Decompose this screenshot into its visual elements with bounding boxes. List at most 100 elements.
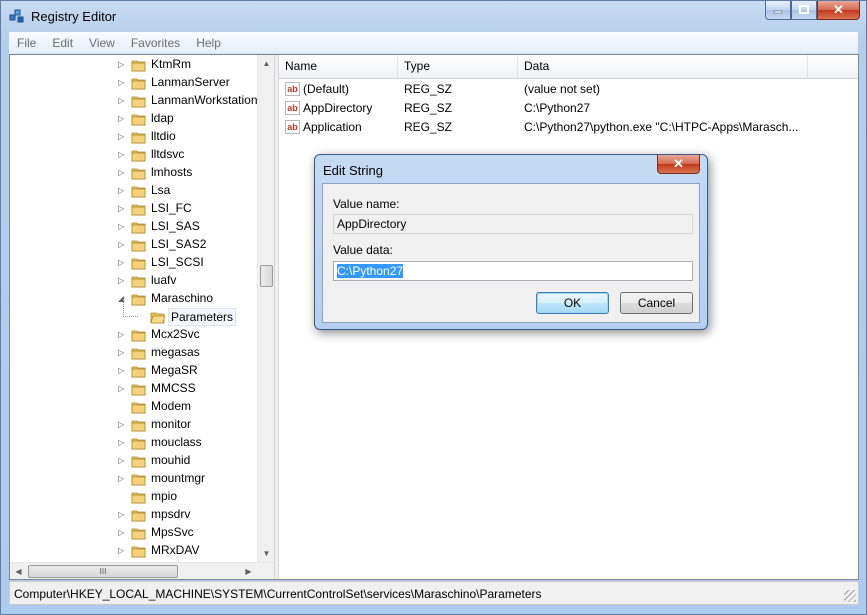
dialog-title: Edit String: [323, 163, 383, 178]
collapsed-arrow-icon[interactable]: ▷: [118, 259, 126, 267]
ab-string-icon: ab: [285, 120, 300, 134]
tree-item[interactable]: Parameters: [10, 299, 257, 326]
tree-item-label: mouhid: [151, 453, 191, 467]
collapsed-arrow-icon[interactable]: ▷: [118, 205, 126, 213]
collapsed-arrow-icon[interactable]: ▷: [118, 367, 126, 375]
list-row[interactable]: ab AppDirectory REG_SZ C:\Python27: [279, 99, 858, 118]
collapsed-arrow-icon[interactable]: ▷: [118, 385, 126, 393]
value-data-label: Value data:: [333, 243, 393, 257]
tree-hscroll-thumb[interactable]: III: [28, 565, 178, 578]
collapsed-arrow-icon[interactable]: ▷: [118, 97, 126, 105]
tree-connector-line: [123, 299, 138, 317]
tree-item-label: LanmanWorkstation: [151, 93, 257, 107]
tree-item[interactable]: ▷ mouclass: [10, 434, 257, 452]
folder-icon: [131, 168, 146, 180]
tree-item[interactable]: ▷ lltdio: [10, 128, 257, 146]
menu-edit[interactable]: Edit: [44, 36, 81, 50]
collapsed-arrow-icon[interactable]: ▷: [118, 169, 126, 177]
tree-item[interactable]: ▷ LSI_FC: [10, 200, 257, 218]
collapsed-arrow-icon[interactable]: ▷: [118, 241, 126, 249]
tree-item[interactable]: ▷ mouhid: [10, 452, 257, 470]
tree-item[interactable]: ▷ megasas: [10, 344, 257, 362]
scroll-up-arrow-icon[interactable]: ▲: [258, 55, 274, 72]
tree-item[interactable]: ▷ MegaSR: [10, 362, 257, 380]
close-button[interactable]: ✕: [817, 1, 860, 20]
tree-item-label: MMCSS: [151, 381, 196, 395]
tree-item-label: luafv: [151, 273, 177, 287]
tree-item[interactable]: ▷ LSI_SAS2: [10, 236, 257, 254]
collapsed-arrow-icon[interactable]: ▷: [118, 277, 126, 285]
tree-item[interactable]: ▷ MRxDAV: [10, 542, 257, 560]
collapsed-arrow-icon[interactable]: ▷: [118, 547, 126, 555]
tree-item[interactable]: ▷ lmhosts: [10, 164, 257, 182]
title-bar[interactable]: Registry Editor ✕: [1, 1, 866, 32]
dialog-close-button[interactable]: ✕: [657, 155, 700, 174]
scroll-down-arrow-icon[interactable]: ▼: [258, 545, 274, 562]
collapsed-arrow-icon[interactable]: ▷: [118, 529, 126, 537]
tree-item[interactable]: ▷ KtmRm: [10, 56, 257, 74]
tree-item[interactable]: Modem: [10, 398, 257, 416]
list-row[interactable]: ab (Default) REG_SZ (value not set): [279, 80, 858, 99]
menu-help[interactable]: Help: [188, 36, 229, 50]
collapsed-arrow-icon[interactable]: ▷: [118, 115, 126, 123]
tree-item[interactable]: ▷ LanmanServer: [10, 74, 257, 92]
menu-bar: File Edit View Favorites Help: [9, 32, 858, 54]
collapsed-arrow-icon[interactable]: ▷: [118, 349, 126, 357]
tree-item-label: Parameters: [168, 308, 237, 326]
tree-item[interactable]: ▷ MpsSvc: [10, 524, 257, 542]
resize-grip-icon[interactable]: [844, 590, 856, 602]
tree-item[interactable]: ▷ Lsa: [10, 182, 257, 200]
list-row[interactable]: ab Application REG_SZ C:\Python27\python.ex…: [279, 118, 858, 137]
collapsed-arrow-icon[interactable]: ▷: [118, 511, 126, 519]
scroll-right-arrow-icon[interactable]: ▶: [240, 563, 257, 579]
collapsed-arrow-icon[interactable]: ▷: [118, 439, 126, 447]
collapsed-arrow-icon[interactable]: ▷: [118, 223, 126, 231]
collapsed-arrow-icon[interactable]: ▷: [118, 151, 126, 159]
tree-item[interactable]: ▷ MMCSS: [10, 380, 257, 398]
collapsed-arrow-icon[interactable]: ▷: [118, 421, 126, 429]
tree-item[interactable]: ▷ mpsdrv: [10, 506, 257, 524]
maximize-button[interactable]: [791, 1, 817, 20]
minimize-button[interactable]: [765, 1, 791, 20]
menu-favorites[interactable]: Favorites: [123, 36, 188, 50]
tree-item-label: mpsdrv: [151, 507, 191, 521]
menu-file[interactable]: File: [9, 36, 44, 50]
tree-vertical-scrollbar[interactable]: ▲ ▼: [257, 55, 274, 562]
tree-item[interactable]: ▷ monitor: [10, 416, 257, 434]
collapsed-arrow-icon[interactable]: ▷: [118, 331, 126, 339]
collapsed-arrow-icon[interactable]: ▷: [118, 61, 126, 69]
tree-item[interactable]: ▷ mountmgr: [10, 470, 257, 488]
collapsed-arrow-icon[interactable]: ▷: [118, 79, 126, 87]
tree-horizontal-scrollbar[interactable]: ◀ III ▶: [10, 562, 274, 579]
folder-icon: [131, 132, 146, 144]
folder-icon: [131, 366, 146, 378]
folder-icon: [131, 384, 146, 396]
tree-item-label: Lsa: [151, 183, 171, 197]
ok-button[interactable]: OK: [536, 292, 609, 314]
value-data-input[interactable]: C:\Python27: [333, 261, 693, 281]
collapsed-arrow-icon[interactable]: ▷: [118, 457, 126, 465]
tree-item[interactable]: ▷ luafv: [10, 272, 257, 290]
tree-item[interactable]: ▷ LSI_SCSI: [10, 254, 257, 272]
tree-item-label: MpsSvc: [151, 525, 194, 539]
scroll-left-arrow-icon[interactable]: ◀: [10, 563, 27, 579]
tree-item[interactable]: mpio: [10, 488, 257, 506]
tree-item-label: lmhosts: [151, 165, 193, 179]
tree-item[interactable]: ▷ ldap: [10, 110, 257, 128]
column-header-data[interactable]: Data: [518, 55, 808, 78]
tree-item[interactable]: ▷ lltdsvc: [10, 146, 257, 164]
menu-view[interactable]: View: [81, 36, 123, 50]
collapsed-arrow-icon[interactable]: ▷: [118, 187, 126, 195]
tree-item-label: lltdio: [151, 129, 176, 143]
tree-item[interactable]: ▷ Mcx2Svc: [10, 326, 257, 344]
column-header-name[interactable]: Name: [279, 55, 398, 78]
tree-item[interactable]: ▷ LanmanWorkstation: [10, 92, 257, 110]
collapsed-arrow-icon[interactable]: ▷: [118, 133, 126, 141]
close-icon: ✕: [833, 2, 844, 17]
column-header-type[interactable]: Type: [398, 55, 518, 78]
tree-item[interactable]: ▷ LSI_SAS: [10, 218, 257, 236]
collapsed-arrow-icon[interactable]: ▷: [118, 475, 126, 483]
tree-item-label: mountmgr: [151, 471, 206, 485]
cancel-button[interactable]: Cancel: [620, 292, 693, 314]
tree-vscroll-thumb[interactable]: [260, 265, 273, 287]
